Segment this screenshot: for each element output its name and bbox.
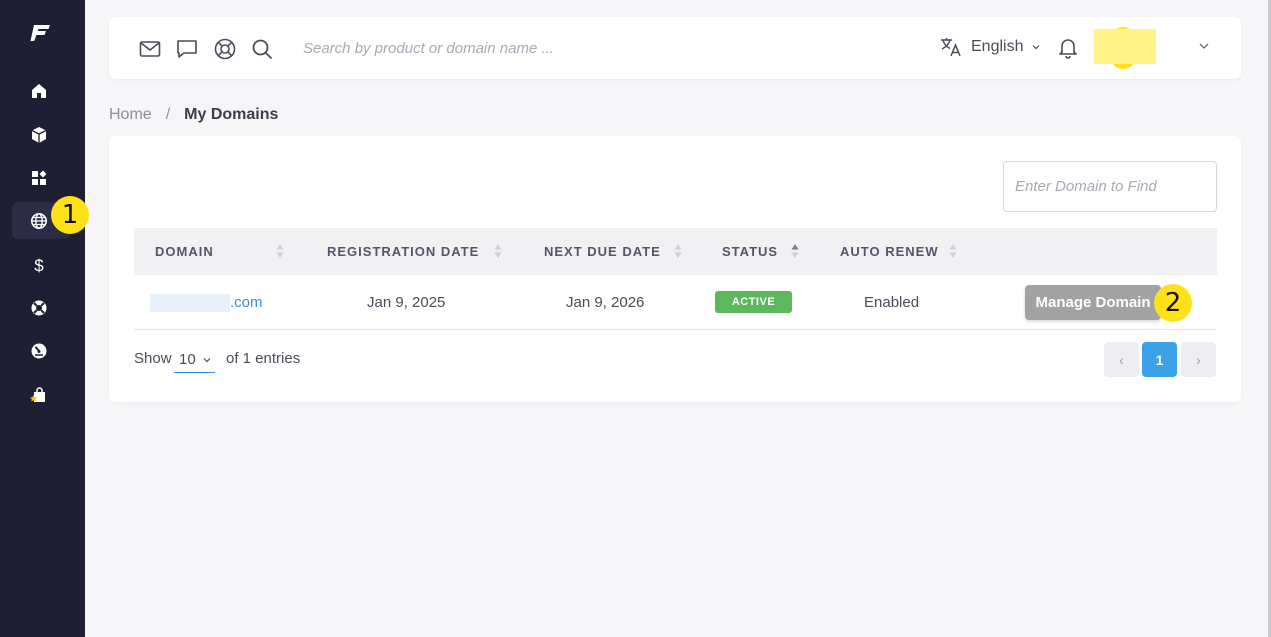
search-button[interactable] bbox=[250, 37, 274, 61]
entries-label: of 1 entries bbox=[226, 350, 301, 367]
pagination-page-1[interactable]: 1 bbox=[1142, 342, 1177, 377]
support-icon bbox=[214, 38, 236, 60]
sort-icon[interactable] bbox=[674, 242, 682, 260]
dollar-icon: $ bbox=[34, 256, 44, 274]
apps-icon bbox=[32, 170, 47, 185]
status-badge: ACTIVE bbox=[715, 291, 792, 313]
sidebar: 1 $ bbox=[0, 0, 89, 637]
chevron-down-icon bbox=[1033, 45, 1040, 50]
notifications-button[interactable] bbox=[1056, 35, 1080, 59]
show-label: Show bbox=[134, 350, 172, 367]
annotation-marker-2: 2 bbox=[1154, 284, 1192, 322]
top-header: English bbox=[109, 17, 1241, 79]
language-selector[interactable]: English bbox=[939, 35, 1041, 59]
pagination-next-button[interactable]: › bbox=[1181, 342, 1216, 377]
sidebar-item-services[interactable] bbox=[12, 159, 70, 196]
sort-ascending-icon[interactable] bbox=[791, 242, 799, 260]
auto-renew-cell: Enabled bbox=[864, 294, 920, 311]
sidebar-item-home[interactable] bbox=[12, 72, 70, 109]
column-header-registration-date[interactable]: REGISTRATION DATE bbox=[327, 228, 479, 275]
search-input[interactable] bbox=[303, 35, 683, 61]
translate-icon bbox=[941, 38, 961, 57]
column-header-domain[interactable]: DOMAIN bbox=[155, 228, 214, 275]
breadcrumb: Home / My Domains bbox=[109, 106, 278, 124]
logo-icon[interactable] bbox=[30, 22, 52, 44]
column-header-next-due-date[interactable]: NEXT DUE DATE bbox=[544, 228, 661, 275]
pagination-previous-button[interactable]: ‹ bbox=[1104, 342, 1139, 377]
svg-text:$: $ bbox=[34, 256, 44, 274]
page-title: My Domains bbox=[184, 106, 279, 123]
mail-button[interactable] bbox=[138, 37, 162, 61]
domain-name-redacted bbox=[150, 293, 230, 312]
shop-bag-icon bbox=[30, 386, 45, 402]
domain-cell[interactable]: .com bbox=[150, 275, 263, 330]
sidebar-item-billing[interactable]: $ bbox=[12, 246, 70, 283]
domain-link[interactable]: .com bbox=[230, 294, 263, 311]
domain-filter-input[interactable] bbox=[1003, 161, 1217, 212]
registration-date-cell: Jan 9, 2025 bbox=[367, 294, 446, 311]
table-row: .com Jan 9, 2025 Jan 9, 2026 ACTIVE Enab… bbox=[134, 275, 1217, 330]
next-due-date-cell: Jan 9, 2026 bbox=[566, 294, 645, 311]
home-icon bbox=[32, 83, 46, 98]
sort-icon[interactable] bbox=[949, 242, 957, 260]
sort-icon[interactable] bbox=[276, 242, 284, 260]
search-icon bbox=[252, 39, 272, 59]
mail-icon bbox=[139, 41, 161, 57]
gauge-icon bbox=[31, 343, 47, 358]
annotation-marker-1: 1 bbox=[51, 196, 89, 234]
box-icon bbox=[31, 126, 47, 143]
page-size-select[interactable]: 10 bbox=[174, 347, 215, 373]
user-name-redacted[interactable] bbox=[1094, 29, 1156, 64]
domains-card: DOMAIN REGISTRATION DATE NEXT DUE DATE S… bbox=[109, 136, 1241, 402]
table-footer: Show 10 of 1 entries ‹ 1 › bbox=[134, 341, 1217, 377]
sidebar-item-store[interactable] bbox=[12, 376, 70, 413]
support-button[interactable] bbox=[213, 37, 237, 61]
bell-icon bbox=[1059, 39, 1077, 59]
breadcrumb-home[interactable]: Home bbox=[109, 106, 152, 124]
sidebar-item-support[interactable] bbox=[12, 289, 70, 326]
column-header-auto-renew[interactable]: AUTO RENEW bbox=[840, 228, 939, 275]
chat-button[interactable] bbox=[175, 37, 199, 61]
lifebuoy-icon bbox=[31, 300, 47, 315]
breadcrumb-separator: / bbox=[165, 106, 171, 123]
sidebar-item-dashboard[interactable] bbox=[12, 332, 70, 369]
globe-icon bbox=[31, 212, 47, 229]
column-header-status[interactable]: STATUS bbox=[722, 228, 778, 275]
chat-icon bbox=[177, 40, 197, 58]
sort-icon[interactable] bbox=[494, 242, 502, 260]
chevron-down-icon bbox=[203, 357, 211, 362]
manage-domain-button[interactable]: Manage Domain bbox=[1025, 285, 1161, 320]
language-label: English bbox=[971, 38, 1024, 55]
page-size-value: 10 bbox=[179, 351, 196, 368]
table-header: DOMAIN REGISTRATION DATE NEXT DUE DATE S… bbox=[134, 228, 1217, 275]
chevron-down-icon[interactable] bbox=[1197, 39, 1211, 53]
sidebar-item-products[interactable] bbox=[12, 116, 70, 153]
